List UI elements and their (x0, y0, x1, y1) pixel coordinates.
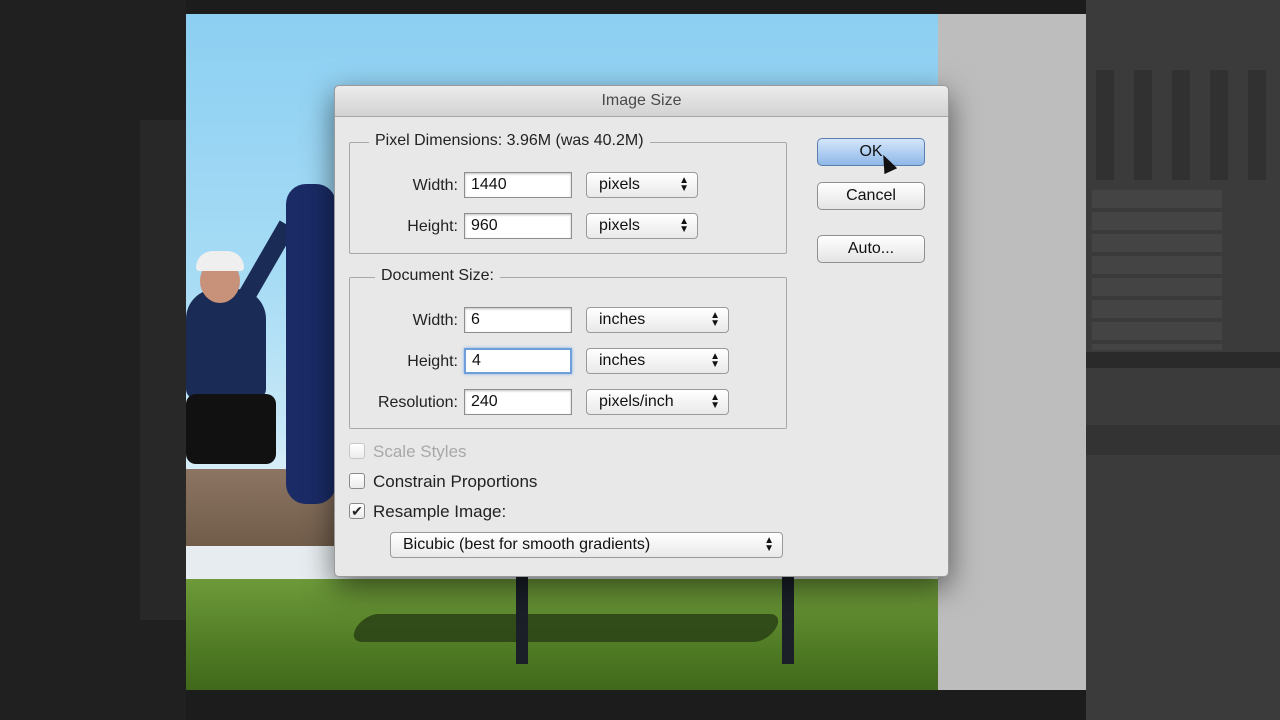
background-shadow (140, 120, 186, 620)
pixel-width-input[interactable] (464, 172, 572, 198)
pixel-dimensions-legend: Pixel Dimensions: 3.96M (was 40.2M) (369, 132, 650, 150)
pixel-height-label: Height: (407, 218, 458, 235)
photo-pole (782, 574, 794, 664)
photo-pole (516, 574, 528, 664)
workspace-left-area (0, 0, 186, 720)
updown-chevron-icon: ▲ ▼ (679, 216, 689, 235)
ok-button[interactable]: OK (817, 138, 925, 166)
pixel-width-unit-value: pixels (599, 176, 640, 193)
constrain-proportions-label[interactable]: Constrain Proportions (373, 471, 537, 493)
resample-image-checkbox[interactable]: ✔ (349, 503, 365, 519)
updown-chevron-icon: ▲ ▼ (710, 392, 720, 411)
document-size-legend: Document Size: (375, 267, 500, 285)
panel-strip (1086, 352, 1280, 368)
photo-person-jumping-2 (286, 184, 336, 504)
document-size-group: Document Size: Width: inches ▲▼ Height: … (349, 267, 787, 429)
pixel-dimensions-group: Pixel Dimensions: 3.96M (was 40.2M) Widt… (349, 132, 787, 254)
updown-chevron-icon: ▲ ▼ (764, 535, 774, 554)
photo-person-jumping (186, 220, 296, 479)
resolution-unit-select[interactable]: pixels/inch ▲ ▼ (586, 389, 729, 415)
pixel-height-unit-value: pixels (599, 217, 640, 234)
pixel-width-label: Width: (412, 177, 458, 194)
pixel-width-unit-select[interactable]: pixels ▲ ▼ (586, 172, 698, 198)
updown-chevron-icon: ▲ ▼ (710, 310, 720, 329)
updown-chevron-icon: ▲ ▼ (679, 175, 689, 194)
panel-list (1092, 190, 1222, 350)
right-panels (1086, 0, 1280, 720)
cancel-button[interactable]: Cancel (817, 182, 925, 210)
auto-button[interactable]: Auto... (817, 235, 925, 263)
checkmark-icon: ✔ (351, 503, 363, 519)
resample-method-select[interactable]: Bicubic (best for smooth gradients) ▲ ▼ (390, 532, 783, 558)
dialog-title: Image Size (335, 86, 948, 117)
doc-width-input[interactable] (464, 307, 572, 333)
resample-image-label[interactable]: Resample Image: (373, 501, 506, 523)
resolution-unit-value: pixels/inch (599, 393, 674, 410)
resolution-label: Resolution: (377, 394, 458, 411)
image-size-dialog: Image Size Pixel Dimensions: 3.96M (was … (334, 85, 949, 577)
doc-width-unit-select[interactable]: inches ▲ ▼ (586, 307, 729, 333)
resolution-input[interactable] (464, 389, 572, 415)
doc-width-label: Width: (412, 312, 458, 329)
scale-styles-checkbox (349, 443, 365, 459)
pixel-height-input[interactable] (464, 213, 572, 239)
doc-height-input[interactable] (464, 348, 572, 374)
photo-shadow (347, 614, 785, 642)
scale-styles-label: Scale Styles (373, 442, 467, 461)
updown-chevron-icon: ▲ ▼ (710, 351, 720, 370)
panel-tools (1096, 70, 1266, 180)
doc-height-unit-select[interactable]: inches ▲ ▼ (586, 348, 729, 374)
doc-height-label: Height: (407, 353, 458, 370)
pixel-height-unit-select[interactable]: pixels ▲ ▼ (586, 213, 698, 239)
resample-method-value: Bicubic (best for smooth gradients) (403, 536, 651, 553)
doc-width-unit-value: inches (599, 311, 646, 328)
panel-lower (1086, 425, 1280, 455)
doc-height-unit-value: inches (599, 352, 646, 369)
constrain-proportions-checkbox[interactable] (349, 473, 365, 489)
